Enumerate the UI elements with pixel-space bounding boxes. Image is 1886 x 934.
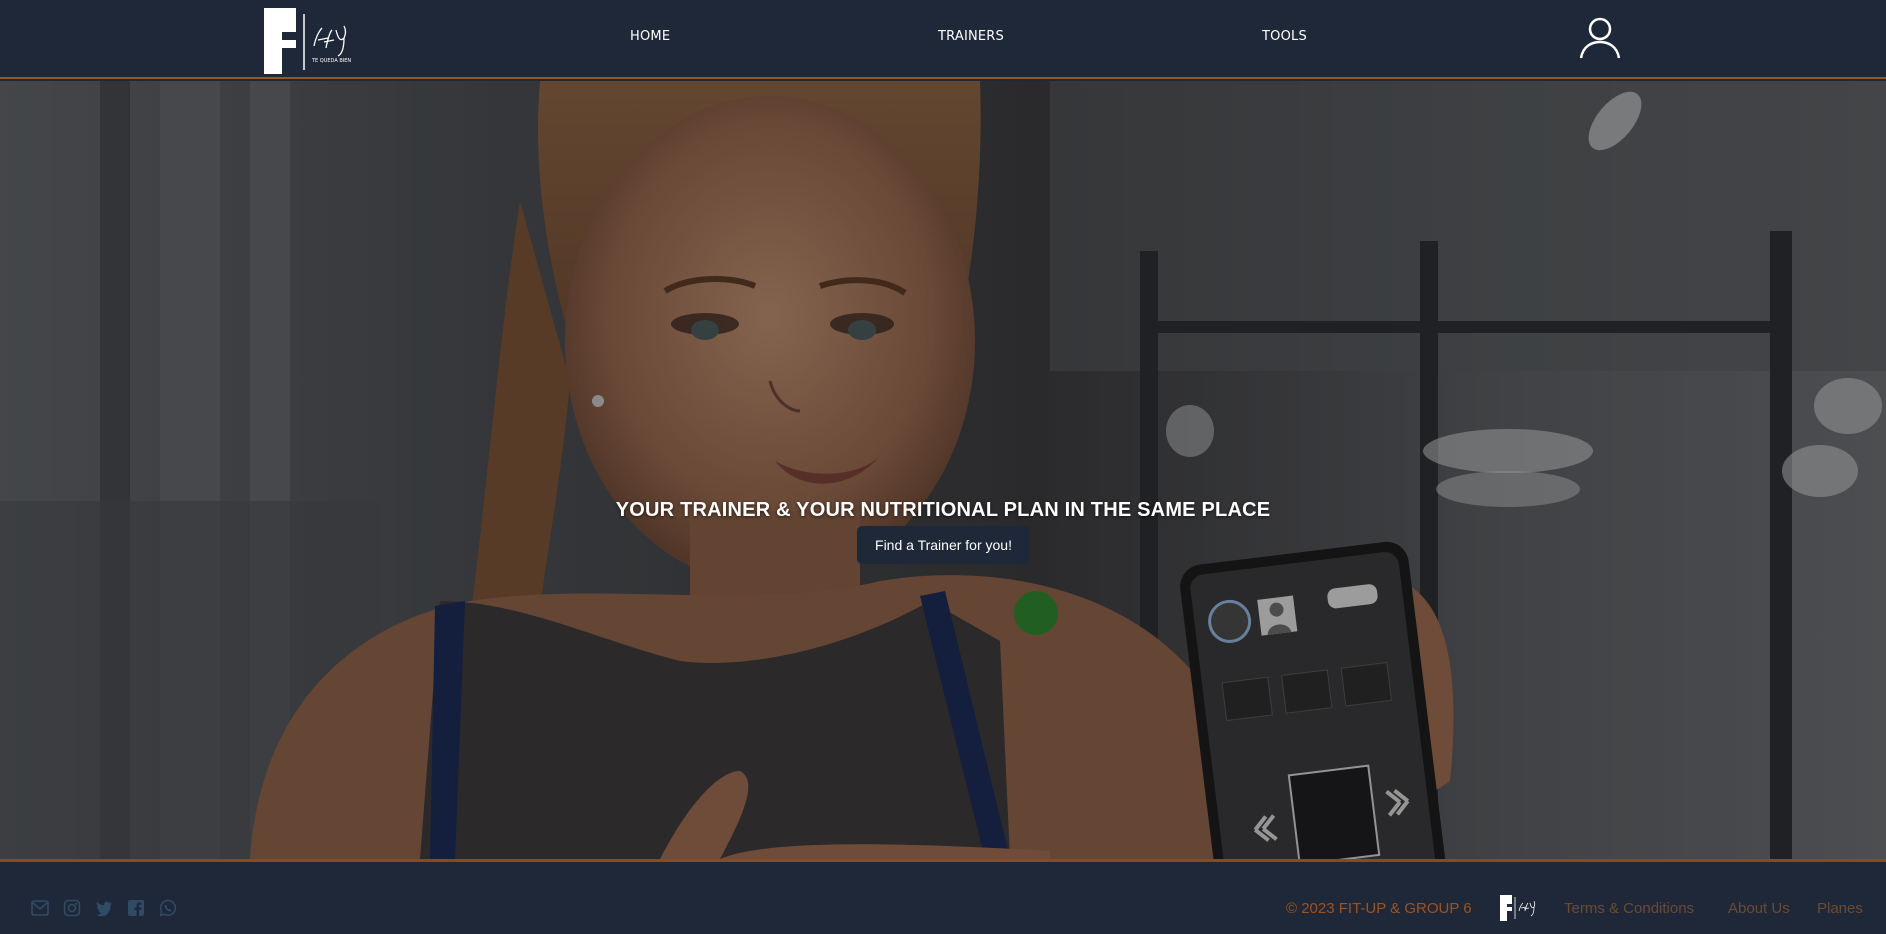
top-navbar: TE QUEDA BIEN HOME TRAINERS TOOLS [0, 0, 1886, 79]
footer: © 2023 FIT-UP & GROUP 6 Terms & Conditio… [0, 859, 1886, 934]
user-icon[interactable] [1578, 16, 1622, 60]
hero-section: YOUR TRAINER & YOUR NUTRITIONAL PLAN IN … [0, 81, 1886, 859]
fitup-logo[interactable]: TE QUEDA BIEN [264, 8, 360, 74]
find-trainer-button[interactable]: Find a Trainer for you! [857, 526, 1030, 564]
hero-background-image [0, 81, 1886, 859]
fitup-footer-logo[interactable] [1500, 895, 1542, 921]
about-us-link[interactable]: About Us [1728, 900, 1790, 917]
logo-tagline: TE QUEDA BIEN [311, 58, 351, 64]
hero-title: YOUR TRAINER & YOUR NUTRITIONAL PLAN IN … [615, 499, 1271, 521]
nav-tools[interactable]: TOOLS [1262, 29, 1307, 44]
facebook-icon[interactable] [127, 899, 145, 917]
instagram-icon[interactable] [63, 899, 81, 917]
twitter-icon[interactable] [95, 899, 113, 917]
page: TE QUEDA BIEN HOME TRAINERS TOOLS YOUR T… [0, 0, 1886, 934]
terms-link[interactable]: Terms & Conditions [1564, 900, 1694, 917]
nav-home[interactable]: HOME [630, 29, 670, 44]
whatsapp-icon[interactable] [159, 899, 177, 917]
email-icon[interactable] [31, 899, 49, 917]
copyright-text: © 2023 FIT-UP & GROUP 6 [1286, 900, 1472, 917]
planes-link[interactable]: Planes [1817, 900, 1863, 917]
nav-trainers[interactable]: TRAINERS [938, 29, 1004, 44]
